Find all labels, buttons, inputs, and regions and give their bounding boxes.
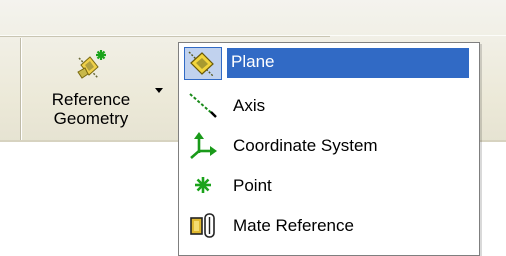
plane-icon <box>184 47 222 80</box>
menu-item-axis[interactable]: Axis <box>181 87 475 123</box>
menu-item-label: Plane <box>227 48 469 78</box>
coordinate-system-icon <box>185 131 221 159</box>
menu-item-label: Point <box>233 176 272 195</box>
toolbar-separator <box>21 38 22 140</box>
toolbar-divider <box>0 36 330 37</box>
reference-geometry-label: Reference Geometry <box>30 90 152 128</box>
menu-item-plane[interactable]: Plane <box>181 45 475 81</box>
reference-geometry-menu: Plane Axis Coordinate System Point Mate … <box>178 42 480 256</box>
dropdown-arrow-icon[interactable] <box>155 88 163 93</box>
reference-geometry-label-line1: Reference <box>51 90 131 109</box>
menu-item-coordinate-system[interactable]: Coordinate System <box>181 127 475 163</box>
reference-geometry-label-line2: Geometry <box>53 109 129 128</box>
menu-item-label: Coordinate System <box>233 136 378 155</box>
point-icon <box>185 171 221 199</box>
axis-icon <box>185 91 221 119</box>
reference-geometry-icon <box>76 48 110 87</box>
menu-item-point[interactable]: Point <box>181 167 475 203</box>
reference-geometry-button[interactable]: Reference Geometry <box>26 40 174 138</box>
mate-reference-icon <box>185 211 221 239</box>
menu-item-label: Mate Reference <box>233 216 354 235</box>
menu-item-mate-reference[interactable]: Mate Reference <box>181 207 475 243</box>
menu-item-label: Axis <box>233 96 266 115</box>
